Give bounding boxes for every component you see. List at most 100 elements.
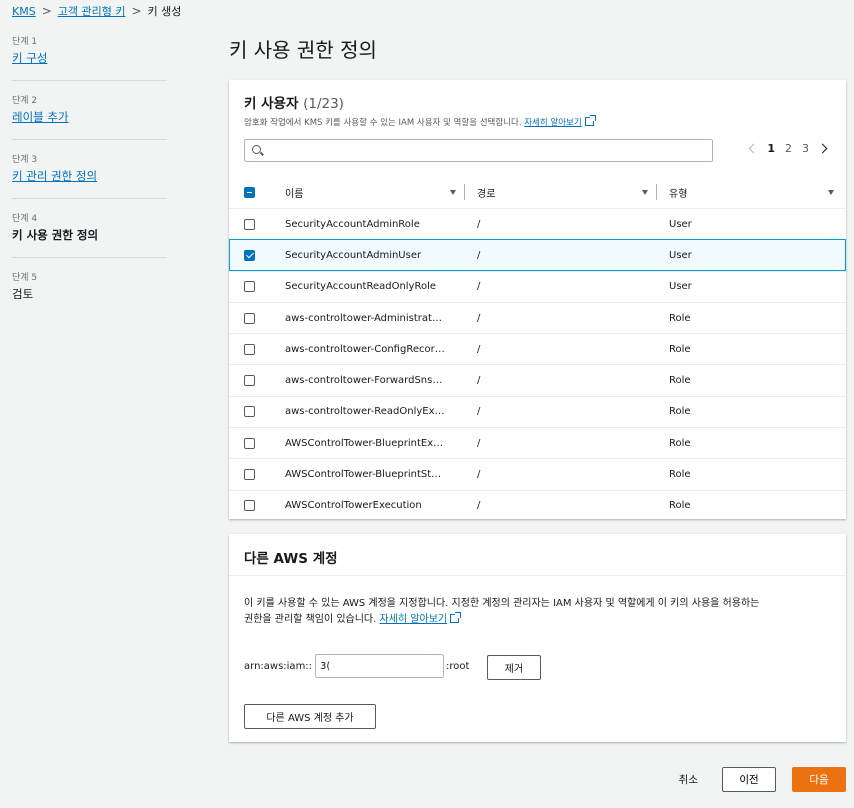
row-checkbox[interactable] — [244, 312, 255, 324]
cell-path: / — [477, 249, 481, 261]
select-all-cell — [229, 186, 285, 198]
key-users-title-text: 키 사용자 — [244, 96, 299, 112]
select-all-checkbox[interactable] — [244, 186, 255, 198]
account-arn-row: arn:aws:iam:: :root — [244, 654, 469, 678]
row-checkbox[interactable] — [244, 281, 255, 293]
breadcrumb-customer-managed-keys[interactable]: 고객 관리형 키 — [58, 3, 126, 19]
other-accounts-description-line1: 이 키를 사용할 수 있는 AWS 계정을 지정합니다. 지정한 계정의 관리자… — [244, 598, 760, 609]
table-row[interactable]: SecurityAccountAdminRole / User — [229, 208, 846, 239]
page-2[interactable]: 2 — [785, 142, 792, 155]
key-users-header: 키 사용자 (1/23) 암호화 작업에서 KMS 키를 사용할 수 있는 IA… — [229, 80, 846, 128]
table-row[interactable]: AWSControlTower-BlueprintSt… / Role — [229, 458, 846, 489]
row-checkbox[interactable] — [244, 469, 255, 481]
next-button[interactable]: 다음 — [792, 767, 846, 792]
add-account-button[interactable]: 다른 AWS 계정 추가 — [244, 704, 376, 729]
cell-path: / — [477, 218, 481, 230]
wizard-footer: 취소 이전 다음 — [679, 767, 846, 792]
page-1[interactable]: 1 — [767, 142, 775, 155]
wizard-step-5: 단계 5 검토 — [12, 270, 167, 317]
step-link-configure-key[interactable]: 키 구성 — [12, 50, 167, 66]
cell-path: / — [477, 437, 481, 449]
cell-name: AWSControlTowerExecution — [285, 500, 422, 512]
external-link-icon — [450, 612, 462, 623]
page-title: 키 사용 권한 정의 — [229, 38, 377, 62]
chevron-right-icon[interactable] — [817, 143, 828, 154]
table-row[interactable]: AWSControlTower-BlueprintEx… / Role — [229, 427, 846, 458]
cell-type: User — [669, 281, 692, 293]
arn-prefix: arn:aws:iam:: — [244, 660, 313, 672]
breadcrumb-kms[interactable]: KMS — [12, 5, 36, 18]
cell-name: aws-controltower-ForwardSns… — [285, 375, 443, 387]
cancel-button[interactable]: 취소 — [679, 772, 698, 787]
cell-type: User — [669, 218, 692, 230]
row-select-cell — [229, 469, 285, 481]
pagination: 1 2 3 — [746, 142, 828, 155]
step-number: 단계 1 — [12, 37, 38, 47]
other-accounts-description-line2: 권한을 관리할 책임이 있습니다. — [244, 614, 377, 625]
column-type[interactable]: 유형 — [669, 185, 846, 200]
step-number: 단계 3 — [12, 155, 38, 165]
key-users-description-text: 암호화 작업에서 KMS 키를 사용할 수 있는 IAM 사용자 및 역할을 선… — [244, 118, 522, 128]
other-accounts-title: 다른 AWS 계정 — [244, 551, 338, 567]
row-select-cell — [229, 375, 285, 387]
cell-name: SecurityAccountAdminUser — [285, 249, 422, 261]
previous-button[interactable]: 이전 — [722, 767, 776, 792]
table-row[interactable]: SecurityAccountReadOnlyRole / User — [229, 270, 846, 302]
row-checkbox[interactable] — [244, 343, 255, 355]
table-row[interactable]: aws-controltower-ForwardSns… / Role — [229, 364, 846, 395]
remove-account-button[interactable]: 제거 — [487, 655, 541, 680]
column-path-label: 경로 — [477, 188, 496, 200]
row-select-cell — [229, 249, 285, 261]
search-field[interactable] — [244, 139, 713, 162]
cell-path: / — [477, 469, 481, 481]
arn-suffix: :root — [446, 660, 470, 672]
breadcrumb: KMS > 고객 관리형 키 > 키 생성 — [12, 3, 181, 19]
cell-path: / — [477, 343, 481, 355]
learn-more-link[interactable]: 자세히 알아보기 — [524, 115, 596, 128]
cell-path: / — [477, 500, 481, 512]
other-accounts-header: 다른 AWS 계정 — [229, 534, 846, 576]
step-link-add-labels[interactable]: 레이블 추가 — [12, 109, 167, 125]
learn-more-link[interactable]: 자세히 알아보기 — [380, 612, 462, 625]
table-row[interactable]: SecurityAccountAdminUser / User — [229, 239, 846, 271]
table-header: 이름 경로 유형 — [229, 176, 846, 208]
column-path[interactable]: 경로 — [477, 184, 669, 200]
cell-path: / — [477, 312, 481, 324]
chevron-left-icon[interactable] — [748, 143, 759, 154]
table-row[interactable]: AWSControlTowerExecution / Role — [229, 489, 846, 521]
wizard-step-1: 단계 1 키 구성 — [12, 34, 167, 81]
cell-type: Role — [669, 406, 691, 418]
column-name[interactable]: 이름 — [285, 184, 477, 200]
row-checkbox[interactable] — [244, 406, 255, 418]
column-type-label: 유형 — [669, 188, 688, 200]
key-users-panel: 키 사용자 (1/23) 암호화 작업에서 KMS 키를 사용할 수 있는 IA… — [229, 80, 846, 519]
row-checkbox[interactable] — [244, 249, 255, 261]
other-accounts-panel: 다른 AWS 계정 이 키를 사용할 수 있는 AWS 계정을 지정합니다. 지… — [229, 534, 846, 742]
cell-path: / — [477, 375, 481, 387]
other-accounts-description: 이 키를 사용할 수 있는 AWS 계정을 지정합니다. 지정한 계정의 관리자… — [244, 596, 834, 628]
row-checkbox[interactable] — [244, 375, 255, 387]
row-checkbox[interactable] — [244, 218, 255, 230]
cell-path: / — [477, 406, 481, 418]
key-users-description: 암호화 작업에서 KMS 키를 사용할 수 있는 IAM 사용자 및 역할을 선… — [244, 115, 830, 128]
table-row[interactable]: aws-controltower-ConfigRecor… / Role — [229, 333, 846, 364]
search-input[interactable] — [267, 142, 707, 159]
row-checkbox[interactable] — [244, 437, 255, 449]
column-name-label: 이름 — [285, 188, 304, 200]
step-link-admin-permissions[interactable]: 키 관리 권한 정의 — [12, 168, 167, 184]
external-link-icon — [584, 115, 596, 126]
wizard-steps: 단계 1 키 구성 단계 2 레이블 추가 단계 3 키 관리 권한 정의 단계… — [12, 34, 167, 329]
account-id-input[interactable] — [315, 654, 445, 678]
table-row[interactable]: aws-controltower-Administrat… / Role — [229, 301, 846, 333]
row-checkbox[interactable] — [244, 500, 255, 512]
cell-type: Role — [669, 312, 691, 324]
page-3[interactable]: 3 — [802, 142, 809, 155]
key-users-table: 이름 경로 유형 SecurityAccountAdminRole / User Se… — [229, 176, 846, 521]
table-row[interactable]: aws-controltower-ReadOnlyEx… / Role — [229, 395, 846, 427]
learn-more-label: 자세히 알아보기 — [524, 118, 582, 128]
cell-name: aws-controltower-ConfigRecor… — [285, 343, 445, 355]
cell-type: Role — [669, 343, 691, 355]
cell-type: Role — [669, 375, 691, 387]
sort-down-icon — [642, 189, 648, 195]
cell-path: / — [477, 281, 481, 293]
